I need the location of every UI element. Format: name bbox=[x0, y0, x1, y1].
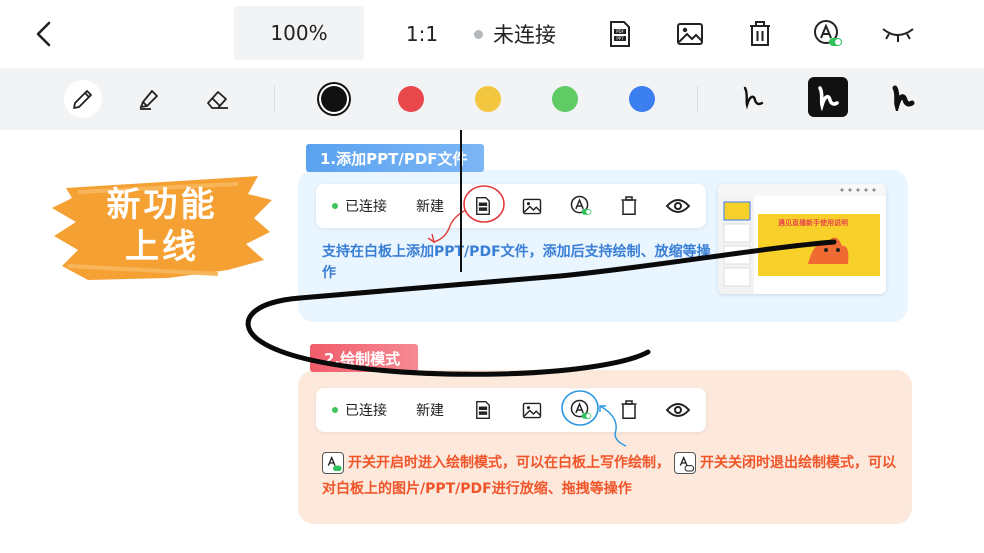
sample-status: 已连接 bbox=[332, 184, 387, 228]
color-swatch-green[interactable] bbox=[552, 86, 578, 112]
green-dot bbox=[332, 203, 338, 209]
sample-status-label: 已连接 bbox=[345, 199, 387, 215]
ppt-pdf-icon bbox=[476, 197, 490, 215]
sample-draw-mode bbox=[570, 184, 592, 228]
pencil-tool[interactable] bbox=[64, 80, 102, 118]
section1-description: 支持在白板上添加PPT/PDF文件，添加后支持绘制、放缩等操作 bbox=[322, 244, 711, 281]
sample-trash bbox=[620, 184, 638, 228]
chevron-left-icon bbox=[36, 21, 51, 47]
status-dot bbox=[474, 29, 483, 39]
sample-new-label: 新建 bbox=[416, 199, 444, 215]
top-bar: 100% 1:1 未连接 PDF PPT bbox=[0, 0, 984, 68]
draw-mode-off-icon bbox=[674, 452, 696, 474]
sample-draw-mode bbox=[570, 388, 592, 432]
thumbnail-preview bbox=[718, 184, 886, 294]
sample-trash bbox=[620, 388, 638, 432]
image-icon bbox=[677, 23, 703, 45]
sample-ppt-pdf bbox=[474, 388, 492, 432]
section2-description-part1: 开关开启时进入绘制模式，可以在白板上写作绘制， bbox=[348, 455, 670, 471]
connection-status-label: 未连接 bbox=[493, 23, 556, 47]
stroke-thin-icon bbox=[743, 86, 764, 110]
sample-status-label: 已连接 bbox=[345, 403, 387, 419]
trash-icon bbox=[750, 21, 770, 46]
section2-description: 开关开启时进入绘制模式，可以在白板上写作绘制， 开关关闭时退出绘制模式，可以对白板… bbox=[322, 450, 902, 502]
highlighter-tool[interactable] bbox=[130, 80, 168, 118]
stroke-medium[interactable] bbox=[808, 77, 848, 117]
section2-title: 2.绘制模式 bbox=[310, 344, 418, 372]
stroke-medium-icon bbox=[818, 86, 839, 111]
color-swatch-yellow[interactable] bbox=[475, 86, 501, 112]
eraser-icon bbox=[207, 91, 228, 109]
trash-icon bbox=[621, 400, 637, 419]
sample-eye bbox=[666, 184, 690, 228]
stroke-thick-icon bbox=[892, 85, 915, 111]
image-icon bbox=[522, 198, 542, 214]
add-image-button[interactable] bbox=[668, 0, 712, 68]
section1-title: 1.添加PPT/PDF文件 bbox=[306, 144, 484, 172]
stroke-thick[interactable] bbox=[883, 77, 923, 117]
ppt-pdf-icon: PDF PPT bbox=[610, 21, 630, 47]
svg-text:PDF: PDF bbox=[616, 29, 624, 34]
sample-status: 已连接 bbox=[332, 388, 387, 432]
text-cursor-line bbox=[460, 130, 462, 272]
back-button[interactable] bbox=[22, 0, 66, 68]
connection-status[interactable]: 未连接 bbox=[474, 0, 584, 68]
sample-ppt-pdf bbox=[474, 184, 492, 228]
pencil-icon bbox=[73, 90, 92, 109]
ppt-pdf-icon bbox=[476, 401, 490, 419]
clear-button[interactable] bbox=[738, 0, 782, 68]
ppt-thumbnail: 遇见直播新手使用说明 bbox=[718, 184, 886, 294]
color-swatch-red[interactable] bbox=[398, 86, 424, 112]
stroke-thin[interactable] bbox=[733, 77, 773, 117]
sample-new-label: 新建 bbox=[416, 403, 444, 419]
toolbar-divider bbox=[274, 86, 275, 112]
sample-image bbox=[522, 388, 542, 432]
badge-line-1: 新功能 bbox=[106, 185, 218, 225]
badge-line-2: 上线 bbox=[125, 227, 199, 267]
section1-sample-bar: 已连接 新建 bbox=[316, 184, 706, 228]
draw-mode-toggle[interactable] bbox=[806, 0, 850, 68]
trash-icon bbox=[621, 196, 637, 215]
whiteboard-screen: 100% 1:1 未连接 PDF PPT 新功能 上线 1.添加PPT/PDF文… bbox=[0, 0, 984, 553]
ratio-button[interactable]: 1:1 bbox=[396, 0, 448, 68]
eraser-tool[interactable] bbox=[198, 80, 236, 118]
draw-mode-icon bbox=[570, 399, 592, 419]
eye-closed-icon bbox=[882, 28, 914, 42]
highlighter-icon bbox=[139, 90, 158, 110]
new-feature-badge: 新功能 上线 bbox=[48, 170, 276, 284]
image-icon bbox=[522, 402, 542, 418]
toolbar-divider bbox=[697, 86, 698, 112]
pen-toolbar bbox=[0, 68, 984, 130]
color-swatch-blue[interactable] bbox=[629, 86, 655, 112]
draw-mode-icon bbox=[814, 20, 842, 46]
draw-mode-icon bbox=[570, 195, 592, 215]
green-dot bbox=[332, 407, 338, 413]
eye-icon bbox=[666, 403, 690, 417]
sample-eye bbox=[666, 388, 690, 432]
svg-text:PPT: PPT bbox=[616, 36, 624, 41]
draw-mode-on-icon bbox=[322, 452, 344, 474]
add-ppt-pdf-button[interactable]: PDF PPT bbox=[598, 0, 642, 68]
thumbnail-title: 遇见直播新手使用说明 bbox=[778, 219, 848, 227]
section2-sample-bar: 已连接 新建 bbox=[316, 388, 706, 432]
sample-image bbox=[522, 184, 542, 228]
color-swatch-black[interactable] bbox=[321, 86, 347, 112]
eye-icon bbox=[666, 199, 690, 213]
hide-button[interactable] bbox=[876, 0, 920, 68]
zoom-level[interactable]: 100% bbox=[234, 6, 364, 60]
